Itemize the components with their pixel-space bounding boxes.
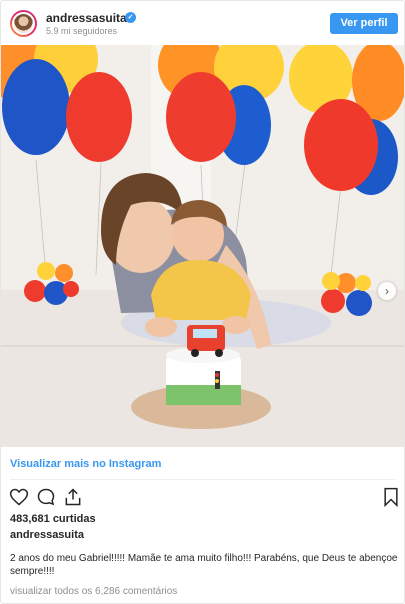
view-comments-link[interactable]: visualizar todos os 6,286 comentários [10, 586, 177, 597]
avatar[interactable] [10, 10, 37, 37]
divider [10, 479, 396, 480]
followers-count: 5.9 mi seguidores [46, 26, 118, 36]
comment-icon[interactable] [36, 487, 56, 507]
bookmark-icon[interactable] [381, 487, 401, 507]
instagram-embed-card: andressasuita ✓ 5.9 mi seguidores Ver pe… [0, 0, 405, 604]
view-profile-button[interactable]: Ver perfil [330, 13, 398, 34]
like-heart-icon[interactable] [9, 487, 29, 507]
view-more-link[interactable]: Visualizar mais no Instagram [10, 458, 161, 470]
share-icon[interactable] [63, 487, 83, 507]
carousel-next-icon[interactable]: › [378, 282, 396, 300]
caption-username[interactable]: andressasuita [10, 529, 84, 541]
action-bar [9, 487, 399, 507]
verified-badge-icon: ✓ [125, 12, 136, 23]
likes-count: 483,681 curtidas [10, 513, 96, 525]
caption-text: 2 anos do meu Gabriel!!!!! Mamãe te ama … [10, 553, 398, 577]
username[interactable]: andressasuita [46, 11, 127, 25]
post-header: andressasuita ✓ 5.9 mi seguidores Ver pe… [1, 1, 404, 45]
photo-illustration [1, 45, 404, 447]
post-photo[interactable]: › [1, 45, 404, 447]
